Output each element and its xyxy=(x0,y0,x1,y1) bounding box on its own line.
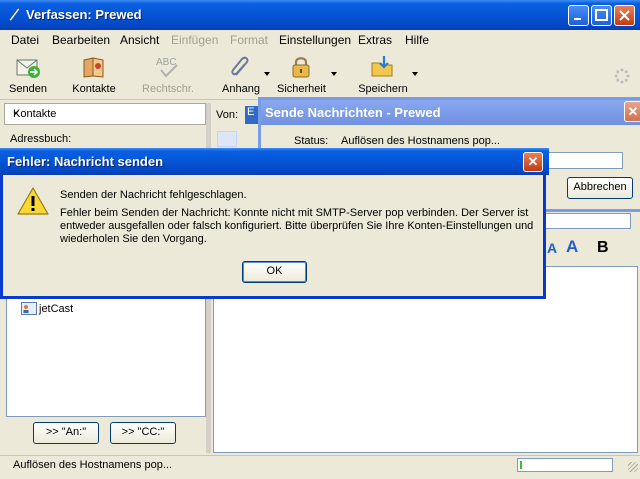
send-dialog-title: Sende Nachrichten - Prewed xyxy=(265,105,441,120)
from-label: Von: xyxy=(216,109,239,121)
attach-label: Anhang xyxy=(222,83,260,95)
error-detail: Fehler beim Senden der Nachricht: Konnte… xyxy=(60,207,534,245)
svg-text:ABC: ABC xyxy=(156,57,177,68)
send-status-value: Auflösen des Hostnamens pop... xyxy=(341,135,500,147)
menu-bearbeiten[interactable]: Bearbeiten xyxy=(52,33,110,47)
quill-pen-icon xyxy=(8,7,21,22)
larger-font-button[interactable]: A xyxy=(566,237,578,257)
spellcheck-button[interactable]: ABC Rechtschr. xyxy=(142,54,194,95)
spellcheck-icon: ABC xyxy=(156,57,178,78)
error-summary: Senden der Nachricht fehlgeschlagen. xyxy=(60,189,247,201)
main-titlebar[interactable]: Verfassen: Prewed xyxy=(0,0,640,30)
minimize-icon xyxy=(574,18,581,20)
send-status-label: Status: xyxy=(294,135,329,147)
paperclip-icon xyxy=(231,56,249,76)
recipient-type-dropdown[interactable] xyxy=(217,131,237,147)
close-window-button[interactable] xyxy=(614,5,635,26)
menu-format[interactable]: Format xyxy=(230,33,268,47)
status-progress-fill xyxy=(520,461,522,469)
security-dropdown-icon[interactable] xyxy=(331,72,337,76)
resize-grip-icon[interactable] xyxy=(628,462,638,472)
attach-dropdown-icon[interactable] xyxy=(264,72,270,76)
addressbook-label: Adressbuch: xyxy=(10,133,72,145)
warning-icon xyxy=(17,187,49,215)
contact-item[interactable]: jetCast xyxy=(21,302,73,315)
save-button[interactable]: Speichern xyxy=(358,54,408,95)
contacts-button[interactable]: Kontakte xyxy=(70,54,118,95)
spellcheck-label: Rechtschr. xyxy=(142,83,194,95)
send-icon xyxy=(16,59,40,78)
add-to-button[interactable]: >> "An:" xyxy=(33,422,99,444)
contact-card-icon xyxy=(21,302,37,315)
attach-button[interactable]: Anhang xyxy=(220,54,262,95)
toolbar: Senden Kontakte ABC Rechtschr. Anhang Si… xyxy=(0,52,640,100)
menu-ansicht[interactable]: Ansicht xyxy=(120,33,159,47)
menu-extras[interactable]: Extras xyxy=(358,33,392,47)
send-label: Senden xyxy=(9,83,47,95)
address-book-icon xyxy=(83,57,104,78)
maximize-icon xyxy=(595,9,608,21)
contact-name: jetCast xyxy=(39,303,74,315)
menu-datei[interactable]: Datei xyxy=(11,33,39,47)
ok-button[interactable]: OK xyxy=(242,261,307,283)
bold-button[interactable]: B xyxy=(597,239,609,257)
minimize-button[interactable] xyxy=(568,5,589,26)
menu-hilfe[interactable]: Hilfe xyxy=(405,33,429,47)
sidebar-close-icon[interactable]: × xyxy=(13,108,199,120)
error-dialog-title: Fehler: Nachricht senden xyxy=(7,154,164,169)
status-bar: Auflösen des Hostnamens pop... xyxy=(0,455,640,479)
security-button[interactable]: Sicherheit xyxy=(277,54,326,95)
error-dialog-close-icon[interactable]: ✕ xyxy=(523,152,543,172)
smaller-font-button[interactable]: A xyxy=(547,240,557,256)
error-dialog-titlebar[interactable]: Fehler: Nachricht senden ✕ xyxy=(0,148,549,175)
maximize-button[interactable] xyxy=(591,5,612,26)
status-progress-bar xyxy=(517,458,613,472)
save-dropdown-icon[interactable] xyxy=(412,72,418,76)
security-label: Sicherheit xyxy=(277,83,326,95)
send-progress-field xyxy=(547,152,623,169)
activity-throbber-icon xyxy=(614,68,630,84)
window-title: Verfassen: Prewed xyxy=(26,7,142,22)
menu-einfuegen[interactable]: Einfügen xyxy=(171,33,218,47)
status-text: Auflösen des Hostnamens pop... xyxy=(13,459,172,471)
send-dialog-close-icon[interactable]: ✕ xyxy=(624,101,640,122)
save-folder-icon xyxy=(371,56,393,77)
menu-bar: Datei Bearbeiten Ansicht Einfügen Format… xyxy=(0,30,640,50)
send-button[interactable]: Senden xyxy=(9,54,47,95)
send-dialog-titlebar[interactable]: Sende Nachrichten - Prewed ✕ xyxy=(261,100,640,125)
padlock-icon xyxy=(292,57,310,78)
cancel-button[interactable]: Abbrechen xyxy=(567,177,633,199)
sidebar-header: Kontakte × xyxy=(4,103,206,125)
add-cc-button[interactable]: >> "CC:" xyxy=(110,422,176,444)
error-dialog: Fehler: Nachricht senden ✕ Senden der Na… xyxy=(0,148,549,299)
close-icon xyxy=(619,10,630,21)
contacts-label: Kontakte xyxy=(72,83,116,95)
menu-einstellungen[interactable]: Einstellungen xyxy=(279,33,351,47)
save-label: Speichern xyxy=(358,83,408,95)
